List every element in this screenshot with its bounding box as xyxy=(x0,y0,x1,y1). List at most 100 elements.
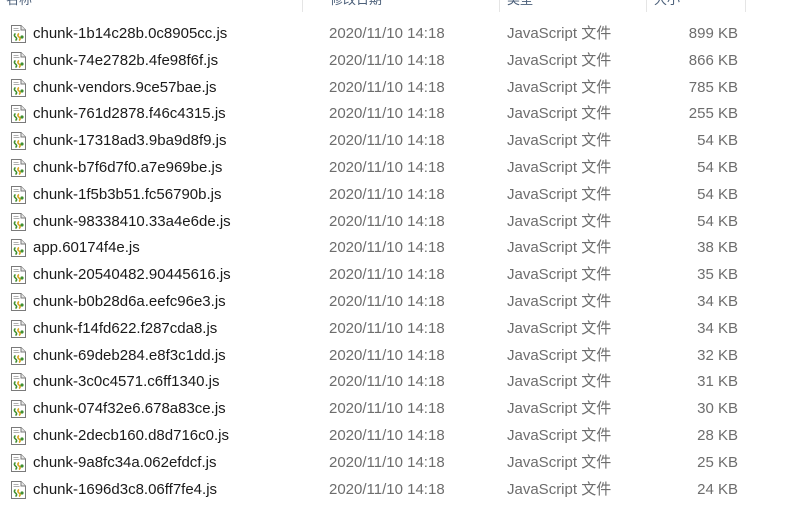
file-row[interactable]: chunk-20540482.90445616.js 2020/11/10 14:… xyxy=(0,262,800,289)
file-modified-date: 2020/11/10 14:18 xyxy=(329,292,445,310)
file-size: 34 KB xyxy=(697,292,738,310)
file-name: chunk-vendors.9ce57bae.js xyxy=(33,78,217,96)
file-modified-date: 2020/11/10 14:18 xyxy=(329,400,445,418)
file-name: chunk-2decb160.d8d716c0.js xyxy=(33,426,229,444)
file-type: JavaScript 文件 xyxy=(507,185,612,203)
file-row[interactable]: chunk-69deb284.e8f3c1dd.js 2020/11/10 14:… xyxy=(0,343,800,370)
file-modified-date: 2020/11/10 14:18 xyxy=(329,212,445,230)
js-script-file-icon xyxy=(11,480,26,499)
file-size: 32 KB xyxy=(697,346,738,364)
js-script-file-icon xyxy=(11,185,26,204)
file-row[interactable]: chunk-b0b28d6a.eefc96e3.js 2020/11/10 14:… xyxy=(0,289,800,316)
file-size: 54 KB xyxy=(697,185,738,203)
file-name: chunk-1b14c28b.0c8905cc.js xyxy=(33,25,228,42)
file-size: 866 KB xyxy=(688,51,738,69)
file-size: 35 KB xyxy=(697,266,738,284)
file-explorer-list: 名称 修改日期 类型 大小 chunk-1b14c28b.0c8905cc.js… xyxy=(0,0,800,505)
file-type: JavaScript 文件 xyxy=(507,319,612,337)
file-type: JavaScript 文件 xyxy=(507,400,612,418)
file-row[interactable]: chunk-1f5b3b51.fc56790b.js 2020/11/10 14:… xyxy=(0,182,800,209)
file-modified-date: 2020/11/10 14:18 xyxy=(329,51,445,69)
file-size: 25 KB xyxy=(697,453,738,471)
file-type: JavaScript 文件 xyxy=(507,25,612,42)
js-script-file-icon xyxy=(11,453,26,472)
file-modified-date: 2020/11/10 14:18 xyxy=(329,480,445,498)
file-size: 34 KB xyxy=(697,319,738,337)
file-name: chunk-761d2878.f46c4315.js xyxy=(33,105,226,123)
file-modified-date: 2020/11/10 14:18 xyxy=(329,346,445,364)
file-type: JavaScript 文件 xyxy=(507,373,612,391)
file-row[interactable]: chunk-9a8fc34a.062efdcf.js 2020/11/10 14:… xyxy=(0,450,800,477)
file-name: chunk-b0b28d6a.eefc96e3.js xyxy=(33,292,226,310)
file-row[interactable]: chunk-1696d3c8.06ff7fe4.js 2020/11/10 14:… xyxy=(0,477,800,504)
file-name: chunk-69deb284.e8f3c1dd.js xyxy=(33,346,226,364)
file-row[interactable]: chunk-b7f6d7f0.a7e969be.js 2020/11/10 14:… xyxy=(0,155,800,182)
file-modified-date: 2020/11/10 14:18 xyxy=(329,25,445,42)
file-size: 255 KB xyxy=(688,105,738,123)
file-size: 54 KB xyxy=(697,132,738,150)
file-modified-date: 2020/11/10 14:18 xyxy=(329,132,445,150)
file-row[interactable]: chunk-1b14c28b.0c8905cc.js 2020/11/10 14:… xyxy=(0,21,800,48)
file-row[interactable]: app.60174f4e.js 2020/11/10 14:18 JavaScrip… xyxy=(0,235,800,262)
file-row[interactable]: chunk-3c0c4571.c6ff1340.js 2020/11/10 14:… xyxy=(0,369,800,396)
file-size: 54 KB xyxy=(697,158,738,176)
file-modified-date: 2020/11/10 14:18 xyxy=(329,319,445,337)
file-name: chunk-f14fd622.f287cda8.js xyxy=(33,319,218,337)
file-row[interactable]: chunk-98338410.33a4e6de.js 2020/11/10 14:… xyxy=(0,209,800,236)
file-type: JavaScript 文件 xyxy=(507,426,612,444)
file-row[interactable]: chunk-f14fd622.f287cda8.js 2020/11/10 14:… xyxy=(0,316,800,343)
column-header-name[interactable]: 名称 xyxy=(0,0,303,12)
file-modified-date: 2020/11/10 14:18 xyxy=(329,426,445,444)
file-size: 38 KB xyxy=(697,239,738,257)
file-modified-date: 2020/11/10 14:18 xyxy=(329,78,445,96)
file-modified-date: 2020/11/10 14:18 xyxy=(329,453,445,471)
file-name: chunk-20540482.90445616.js xyxy=(33,266,231,284)
file-type: JavaScript 文件 xyxy=(507,480,612,498)
file-name: chunk-3c0c4571.c6ff1340.js xyxy=(33,373,220,391)
file-size: 785 KB xyxy=(688,78,738,96)
file-row[interactable]: chunk-761d2878.f46c4315.js 2020/11/10 14:… xyxy=(0,101,800,128)
file-modified-date: 2020/11/10 14:18 xyxy=(329,239,445,257)
file-name: chunk-1696d3c8.06ff7fe4.js xyxy=(33,480,218,498)
js-script-file-icon xyxy=(11,373,26,392)
file-modified-date: 2020/11/10 14:18 xyxy=(329,266,445,284)
js-script-file-icon xyxy=(11,319,26,338)
file-size: 54 KB xyxy=(697,212,738,230)
file-type: JavaScript 文件 xyxy=(507,158,612,176)
file-rows: chunk-1b14c28b.0c8905cc.js 2020/11/10 14:… xyxy=(0,21,800,503)
js-script-file-icon xyxy=(11,105,26,124)
js-script-file-icon xyxy=(11,266,26,285)
js-script-file-icon xyxy=(11,212,26,231)
js-script-file-icon xyxy=(11,426,26,445)
file-row[interactable]: chunk-2decb160.d8d716c0.js 2020/11/10 14:… xyxy=(0,423,800,450)
file-row[interactable]: chunk-17318ad3.9ba9d8f9.js 2020/11/10 14:… xyxy=(0,128,800,155)
file-name: chunk-b7f6d7f0.a7e969be.js xyxy=(33,158,223,176)
file-row[interactable]: chunk-074f32e6.678a83ce.js 2020/11/10 14:… xyxy=(0,396,800,423)
file-modified-date: 2020/11/10 14:18 xyxy=(329,105,445,123)
column-header-date[interactable]: 修改日期 xyxy=(324,0,500,12)
js-script-file-icon xyxy=(11,292,26,311)
js-script-file-icon xyxy=(11,400,26,419)
file-name: app.60174f4e.js xyxy=(33,239,140,257)
file-name: chunk-1f5b3b51.fc56790b.js xyxy=(33,185,222,203)
js-script-file-icon xyxy=(11,51,26,70)
file-size: 24 KB xyxy=(697,480,738,498)
file-type: JavaScript 文件 xyxy=(507,346,612,364)
file-type: JavaScript 文件 xyxy=(507,51,612,69)
column-header-size[interactable]: 大小 xyxy=(648,0,746,12)
file-type: JavaScript 文件 xyxy=(507,292,612,310)
file-row[interactable]: chunk-vendors.9ce57bae.js 2020/11/10 14:1… xyxy=(0,75,800,102)
file-modified-date: 2020/11/10 14:18 xyxy=(329,158,445,176)
file-row[interactable]: chunk-74e2782b.4fe98f6f.js 2020/11/10 14:… xyxy=(0,48,800,75)
file-size: 30 KB xyxy=(697,400,738,418)
file-type: JavaScript 文件 xyxy=(507,266,612,284)
file-name: chunk-98338410.33a4e6de.js xyxy=(33,212,231,230)
file-size: 31 KB xyxy=(697,373,738,391)
file-name: chunk-74e2782b.4fe98f6f.js xyxy=(33,51,219,69)
file-type: JavaScript 文件 xyxy=(507,239,612,257)
file-name: chunk-9a8fc34a.062efdcf.js xyxy=(33,453,217,471)
file-type: JavaScript 文件 xyxy=(507,132,612,150)
js-script-file-icon xyxy=(11,25,26,43)
js-script-file-icon xyxy=(11,158,26,177)
column-header-type[interactable]: 类型 xyxy=(501,0,647,12)
